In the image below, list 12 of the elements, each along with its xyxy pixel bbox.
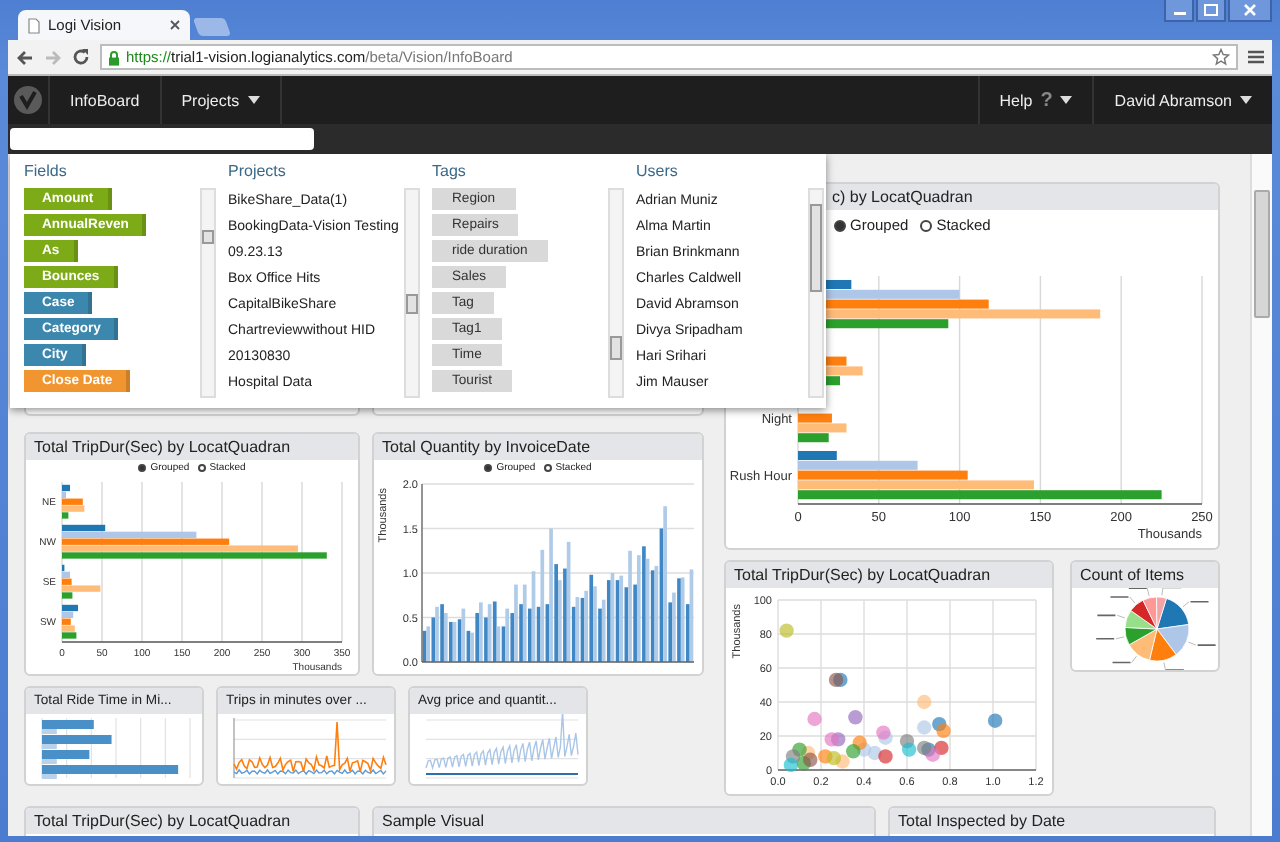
card-title: Count of Items	[1080, 566, 1185, 584]
column-header: Tags	[432, 160, 468, 184]
card-title: Total Inspected by Date	[898, 812, 1066, 830]
card-title: c) by LocatQuadran	[832, 188, 973, 206]
column-header: Projects	[228, 160, 288, 184]
column-header: Fields	[24, 160, 69, 184]
card-title: Total TripDur(Sec) by LocatQuadran	[34, 812, 291, 830]
card-title: Sample Visual	[382, 812, 484, 830]
card-title: Total Quantity by InvoiceDate	[382, 438, 591, 456]
column-header: Users	[636, 160, 680, 184]
card-title: Total TripDur(Sec) by LocatQuadran	[734, 566, 991, 584]
card-title: Total TripDur(Sec) by LocatQuadran	[34, 438, 291, 456]
